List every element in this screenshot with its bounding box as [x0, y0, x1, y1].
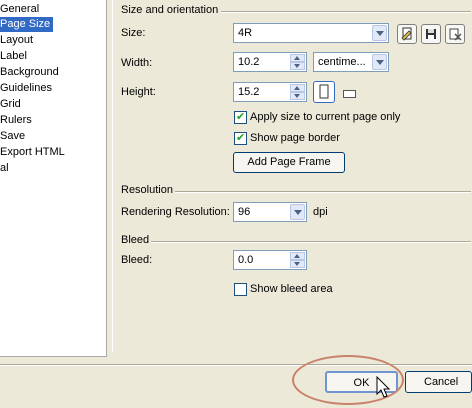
save-page-size-button[interactable] — [421, 24, 441, 44]
save-page-size-icon — [426, 29, 436, 39]
width-label: Width: — [121, 57, 153, 69]
width-up-arrow-icon[interactable] — [290, 54, 305, 62]
portrait-button[interactable] — [313, 81, 335, 103]
rendering-resolution-value: 96 — [238, 206, 251, 218]
rendering-resolution-label: Rendering Resolution: — [121, 206, 230, 218]
size-orientation-title: Size and orientation — [121, 4, 219, 16]
group-divider — [175, 191, 471, 193]
tree-item-export-html[interactable]: Export HTML — [0, 145, 68, 160]
height-label: Height: — [121, 86, 156, 98]
tree-item-page-size[interactable]: Page Size — [0, 17, 54, 32]
show-page-border-label: Show page border — [250, 132, 340, 144]
tree-item-grid[interactable]: Grid — [0, 97, 24, 112]
bleed-spinner[interactable]: 0.0 — [233, 250, 307, 270]
add-page-frame-button[interactable]: Add Page Frame — [233, 152, 345, 173]
tree-item-partial[interactable]: al — [0, 161, 12, 176]
bleed-down-arrow-icon[interactable] — [290, 260, 305, 268]
apply-current-page-checkbox[interactable] — [234, 110, 247, 124]
bleed-up-arrow-icon[interactable] — [290, 252, 305, 260]
height-spinner[interactable]: 15.2 — [233, 82, 307, 102]
resolution-title: Resolution — [121, 184, 173, 196]
bleed-value: 0.0 — [238, 254, 254, 266]
edit-page-size-button[interactable] — [397, 24, 417, 44]
footer-divider — [0, 364, 472, 366]
delete-page-size-button[interactable] — [445, 24, 465, 44]
chevron-down-icon[interactable] — [372, 25, 387, 41]
group-divider — [221, 11, 471, 13]
tree-item-rulers[interactable]: Rulers — [0, 113, 35, 128]
group-divider — [151, 241, 471, 243]
height-value: 15.2 — [238, 86, 260, 98]
delete-page-size-icon — [449, 28, 462, 41]
mouse-cursor-icon — [376, 376, 391, 398]
dpi-label: dpi — [313, 206, 328, 218]
settings-tree: General Page Size Layout Label Backgroun… — [0, 0, 107, 357]
bleed-label: Bleed: — [121, 254, 153, 266]
tree-item-background[interactable]: Background — [0, 65, 62, 80]
height-up-arrow-icon[interactable] — [290, 84, 305, 92]
show-bleed-area-label: Show bleed area — [250, 283, 333, 295]
cancel-button[interactable]: Cancel — [405, 371, 472, 393]
landscape-icon[interactable] — [343, 90, 356, 98]
bleed-title: Bleed — [121, 234, 150, 246]
show-bleed-area-checkbox[interactable] — [234, 283, 247, 296]
edit-page-size-icon — [401, 27, 412, 41]
size-combo[interactable]: 4R — [233, 23, 389, 43]
chevron-down-icon[interactable] — [290, 204, 305, 220]
tree-item-save[interactable]: Save — [0, 129, 28, 144]
tree-item-label[interactable]: Label — [0, 49, 30, 64]
page-size-panel: Size and orientation Size: 4R Width: 10.… — [112, 0, 472, 352]
show-page-border-checkbox[interactable] — [234, 131, 247, 145]
tree-item-general[interactable]: General — [0, 2, 42, 17]
size-label: Size: — [121, 27, 146, 39]
portrait-icon — [319, 84, 329, 99]
width-spinner[interactable]: 10.2 — [233, 52, 307, 72]
tree-item-guidelines[interactable]: Guidelines — [0, 81, 55, 96]
width-down-arrow-icon[interactable] — [290, 62, 305, 70]
tree-item-layout[interactable]: Layout — [0, 33, 36, 48]
units-combo[interactable]: centime... — [313, 52, 389, 72]
rendering-resolution-combo[interactable]: 96 — [233, 202, 307, 222]
apply-current-page-label: Apply size to current page only — [250, 111, 401, 123]
size-combo-value: 4R — [238, 27, 253, 39]
chevron-down-icon[interactable] — [372, 54, 387, 70]
width-value: 10.2 — [238, 56, 260, 68]
units-value: centime... — [318, 56, 366, 68]
height-down-arrow-icon[interactable] — [290, 92, 305, 100]
